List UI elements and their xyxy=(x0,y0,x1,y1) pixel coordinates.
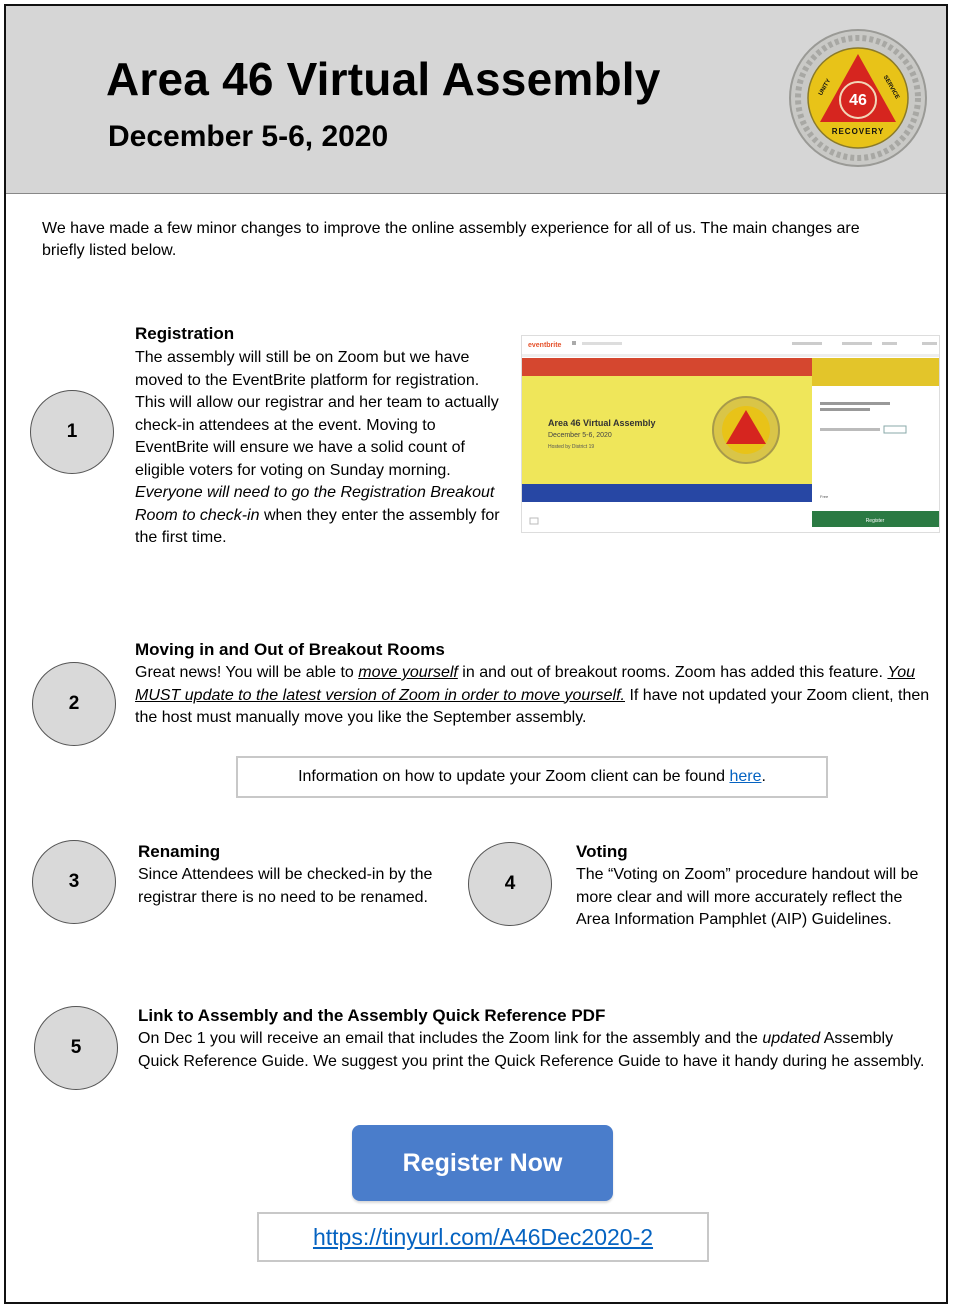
section-title-registration: Registration xyxy=(135,324,235,343)
seal-number: 46 xyxy=(849,92,867,109)
zoom-update-info-text: Information on how to update your Zoom c… xyxy=(298,768,725,785)
area-46-seal-logo: 46 RECOVERY UNITY SERVICE xyxy=(789,29,927,167)
eventbrite-page-screenshot: eventbrite Area 46 Virtual Assembly Dece… xyxy=(521,335,940,533)
section-title-assembly-link: Link to Assembly and the Assembly Quick … xyxy=(138,1006,606,1025)
step-number-5: 5 xyxy=(34,1006,118,1090)
svg-text:December 5-6, 2020: December 5-6, 2020 xyxy=(548,432,612,439)
section-title-breakout-rooms: Moving in and Out of Breakout Rooms xyxy=(135,640,445,659)
svg-text:Hosted by District 19: Hosted by District 19 xyxy=(548,444,594,450)
zoom-update-link[interactable]: here xyxy=(729,768,761,786)
step-number-4: 4 xyxy=(468,842,552,926)
section-body-assembly-link: On Dec 1 you will receive an email that … xyxy=(138,1030,925,1070)
registration-url-box: https://tinyurl.com/A46Dec2020-2 xyxy=(257,1212,709,1262)
step-number-1: 1 xyxy=(30,390,114,474)
section-body-registration: The assembly will still be on Zoom but w… xyxy=(135,349,500,546)
header-banner: Area 46 Virtual Assembly December 5-6, 2… xyxy=(6,6,946,194)
zoom-update-info-box: Information on how to update your Zoom c… xyxy=(236,756,828,798)
section-body-voting: The “Voting on Zoom” procedure handout w… xyxy=(576,866,919,928)
intro-paragraph: We have made a few minor changes to impr… xyxy=(42,220,860,259)
section-body-renaming: Since Attendees will be checked-in by th… xyxy=(138,866,433,906)
page-title: Area 46 Virtual Assembly xyxy=(106,53,661,105)
flyer-page: Area 46 Virtual Assembly December 5-6, 2… xyxy=(4,4,948,1304)
registration-url-link[interactable]: https://tinyurl.com/A46Dec2020-2 xyxy=(313,1224,653,1251)
eventbrite-screenshot-image: eventbrite Area 46 Virtual Assembly Dece… xyxy=(522,336,939,532)
seal-recovery-text: RECOVERY xyxy=(832,127,885,136)
svg-text:Area 46 Virtual Assembly: Area 46 Virtual Assembly xyxy=(548,418,656,428)
section-title-renaming: Renaming xyxy=(138,842,221,861)
section-body-breakout-rooms: Great news! You will be able to move you… xyxy=(135,664,930,726)
event-date: December 5-6, 2020 xyxy=(108,120,389,153)
section-title-voting: Voting xyxy=(576,842,628,861)
step-number-3: 3 xyxy=(32,840,116,924)
step-number-2: 2 xyxy=(32,662,116,746)
svg-text:Register: Register xyxy=(866,518,885,524)
register-now-button[interactable]: Register Now xyxy=(352,1125,613,1201)
svg-text:Free: Free xyxy=(820,494,829,499)
svg-text:eventbrite: eventbrite xyxy=(528,342,562,349)
